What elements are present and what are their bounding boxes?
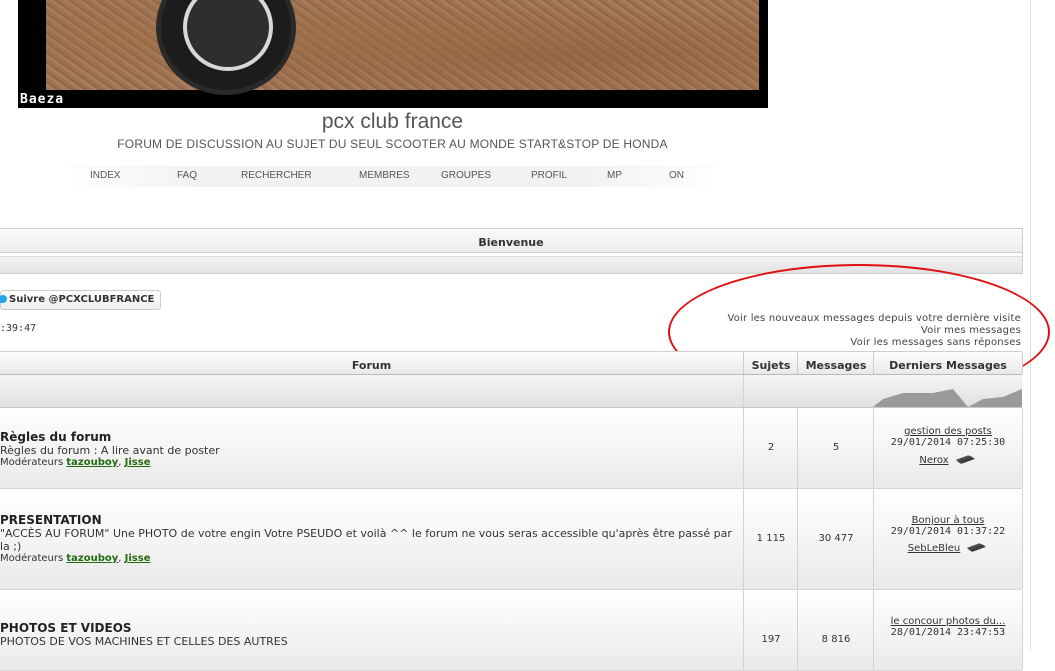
nav-private-messages[interactable]: MP <box>607 170 622 181</box>
last-post-date: 29/01/2014 01:37:22 <box>890 526 1006 537</box>
forum-description: PHOTOS DE VOS MACHINES ET CELLES DES AUT… <box>0 635 288 648</box>
site-description: FORUM DE DISCUSSION AU SUJET DU SEUL SCO… <box>117 137 668 151</box>
nav-profile[interactable]: PROFIL <box>531 170 567 181</box>
feather-icon[interactable] <box>966 542 989 554</box>
forum-moderators: Modérateurs tazouboy, Jisse <box>0 457 151 468</box>
forum-table: Forum Sujets Messages Derniers Messages … <box>0 351 1023 671</box>
banner-photo <box>46 0 759 95</box>
site-title[interactable]: pcx club france <box>0 110 785 134</box>
forum-table-header: Forum Sujets Messages Derniers Messages <box>0 351 1023 375</box>
topic-count: 197 <box>743 590 798 670</box>
forum-category-bar <box>0 375 1022 408</box>
topic-count: 2 <box>743 408 798 488</box>
current-time: :39:47 <box>0 323 37 334</box>
nav-members[interactable]: MEMBRES <box>359 170 410 181</box>
moderator-link[interactable]: Jisse <box>125 553 151 564</box>
header-last-posts: Derniers Messages <box>873 352 1023 374</box>
twitter-follow-label: Suivre @PCXCLUBFRANCE <box>9 294 155 305</box>
last-post-cell: Bonjour à tous 29/01/2014 01:37:22 SebLe… <box>873 489 1023 589</box>
scooter-wheel-image <box>156 0 296 95</box>
last-post-title-link[interactable]: Bonjour à tous <box>912 515 985 526</box>
moderator-link[interactable]: tazouboy <box>66 457 118 468</box>
twitter-follow-button[interactable]: Suivre @PCXCLUBFRANCE <box>0 290 162 310</box>
last-post-title-link[interactable]: le concour photos du... <box>891 616 1006 627</box>
forum-title-link[interactable]: PRESENTATION <box>0 513 740 527</box>
last-post-date: 29/01/2014 07:25:30 <box>890 437 1006 448</box>
nav-faq[interactable]: FAQ <box>177 170 197 181</box>
main-navigation: INDEX FAQ RECHERCHER MEMBRES GROUPES PRO… <box>70 166 715 187</box>
last-post-author-link[interactable]: Nerox <box>919 455 948 466</box>
last-post-author-link[interactable]: SebLeBleu <box>908 543 961 554</box>
forum-row[interactable]: PRESENTATION "ACCÈS AU FORUM" Une PHOTO … <box>0 489 1023 590</box>
forum-moderators: Modérateurs tazouboy, Jisse <box>0 553 151 564</box>
topic-count: 1 115 <box>743 489 798 589</box>
forum-description: Règles du forum : A lire avant de poster <box>0 444 220 457</box>
last-post-title-link[interactable]: gestion des posts <box>904 426 992 437</box>
last-post-cell: le concour photos du... 28/01/2014 23:47… <box>873 590 1023 670</box>
forum-row[interactable]: PHOTOS ET VIDEOS PHOTOS DE VOS MACHINES … <box>0 590 1023 671</box>
post-count: 30 477 <box>797 489 874 589</box>
last-post-date: 28/01/2014 23:47:53 <box>890 627 1006 638</box>
feather-icon[interactable] <box>954 454 977 466</box>
header-forum: Forum <box>351 359 392 372</box>
forum-title-link[interactable]: PHOTOS ET VIDEOS <box>0 621 288 635</box>
moderator-link[interactable]: tazouboy <box>66 553 118 564</box>
forum-title-link[interactable]: Règles du forum <box>0 430 220 444</box>
forum-banner[interactable]: Baeza <box>18 0 768 108</box>
header-topics: Sujets <box>743 352 798 374</box>
nav-online[interactable]: ON <box>669 170 684 181</box>
nav-search[interactable]: RECHERCHER <box>241 170 312 181</box>
forum-description: "ACCÈS AU FORUM" Une PHOTO de votre engi… <box>0 527 732 553</box>
post-count: 5 <box>797 408 874 488</box>
last-post-cell: gestion des posts 29/01/2014 07:25:30 Ne… <box>873 408 1023 488</box>
category-decoration <box>873 389 1022 407</box>
banner-caption: Baeza <box>20 92 65 107</box>
forum-row[interactable]: Règles du forum Règles du forum : A lire… <box>0 408 1023 489</box>
twitter-bird-icon <box>0 295 7 303</box>
welcome-title: Bienvenue <box>0 229 1022 253</box>
nav-index[interactable]: INDEX <box>90 170 121 181</box>
post-count: 8 816 <box>797 590 874 670</box>
moderator-link[interactable]: Jisse <box>125 457 151 468</box>
nav-groups[interactable]: GROUPES <box>441 170 491 181</box>
header-posts: Messages <box>797 352 874 374</box>
